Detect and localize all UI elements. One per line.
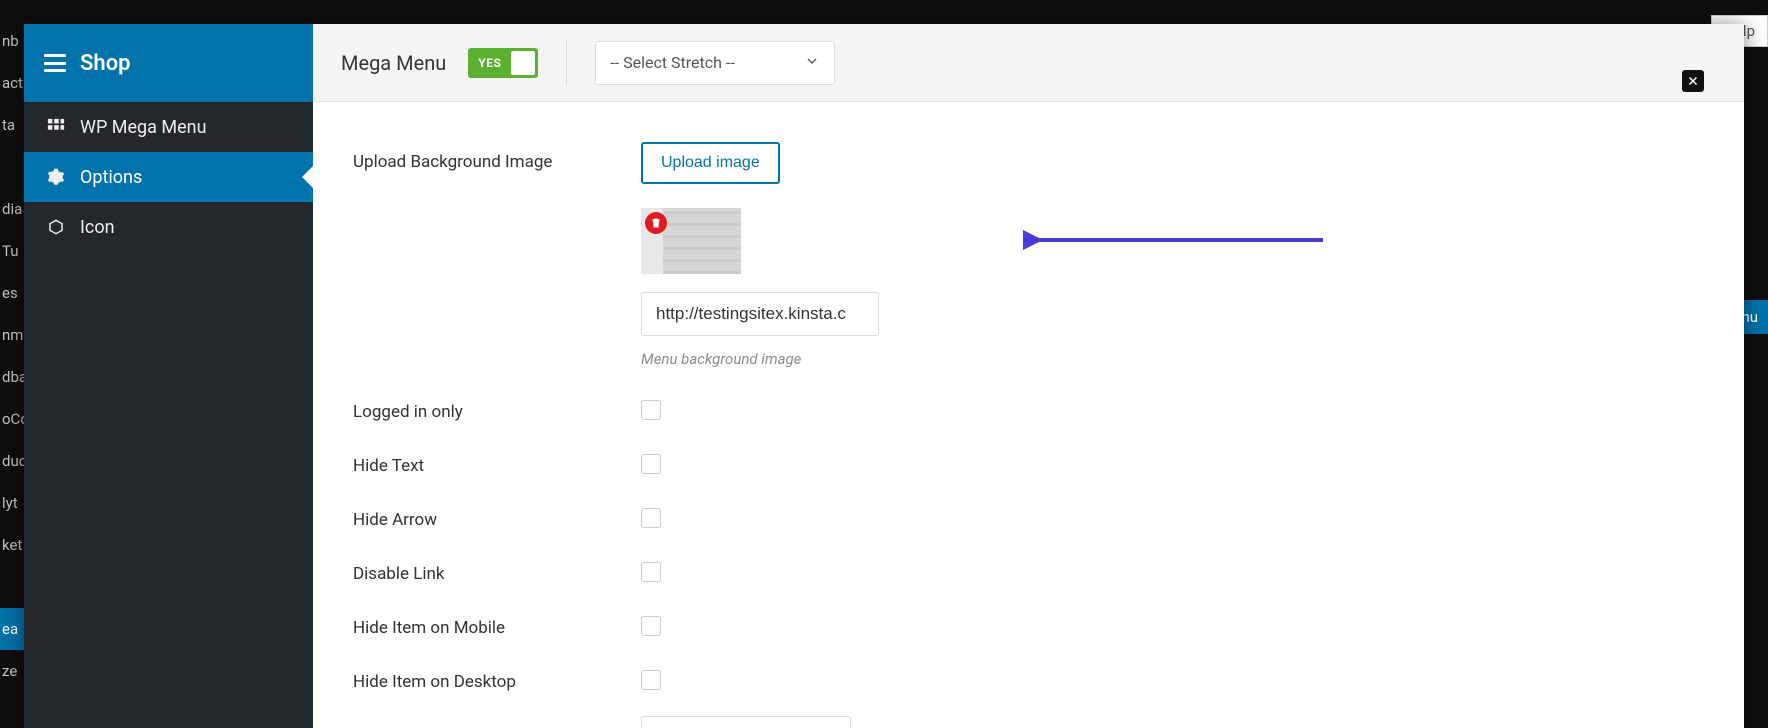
sidebar-item-options[interactable]: Options: [24, 152, 313, 202]
sidebar-item-label: Icon: [80, 217, 115, 238]
modal-title: Mega Menu: [341, 51, 446, 75]
logged-in-label: Logged in only: [353, 392, 641, 422]
alignment-select[interactable]: Left: [641, 716, 851, 728]
close-button[interactable]: [1682, 70, 1704, 92]
sidebar-item-label: Options: [80, 167, 142, 188]
hide-mobile-checkbox[interactable]: [641, 616, 661, 636]
toggle-label: YES: [468, 56, 501, 70]
stretch-select-value: -- Select Stretch --: [610, 53, 734, 72]
hide-arrow-label: Hide Arrow: [353, 500, 641, 530]
upload-image-button[interactable]: Upload image: [641, 142, 780, 184]
upload-bg-label: Upload Background Image: [353, 142, 641, 172]
mega-menu-modal: Shop WP Mega Menu Options Icon Mega Menu…: [24, 24, 1744, 728]
hide-text-label: Hide Text: [353, 446, 641, 476]
hide-arrow-checkbox[interactable]: [641, 508, 661, 528]
gear-icon: [46, 168, 66, 186]
cube-icon: [46, 218, 66, 236]
hide-mobile-label: Hide Item on Mobile: [353, 608, 641, 638]
sidebar-header: Shop: [24, 24, 313, 102]
modal-sidebar: Shop WP Mega Menu Options Icon: [24, 24, 313, 728]
stretch-select[interactable]: -- Select Stretch --: [595, 41, 835, 85]
modal-main: Mega Menu YES -- Select Stretch -- Uploa…: [313, 24, 1744, 728]
background-thumbnail[interactable]: [641, 208, 741, 274]
background-helper-text: Menu background image: [641, 350, 1704, 368]
hide-desktop-checkbox[interactable]: [641, 670, 661, 690]
chevron-down-icon: [804, 53, 820, 73]
wp-admin-fragments: nbacttadiaTuesnmdbaoCoduclytketeaze: [0, 20, 24, 692]
background-url-input[interactable]: [641, 292, 879, 336]
menu-icon: [44, 54, 66, 72]
disable-link-checkbox[interactable]: [641, 562, 661, 582]
mega-menu-toggle[interactable]: YES: [468, 48, 538, 78]
toggle-knob: [511, 51, 535, 75]
options-form-scroll[interactable]: Upload Background Image Upload image Men…: [313, 102, 1744, 728]
sidebar-item-wp-mega-menu[interactable]: WP Mega Menu: [24, 102, 313, 152]
sidebar-item-label: WP Mega Menu: [80, 117, 207, 138]
modal-topbar: Mega Menu YES -- Select Stretch --: [313, 24, 1744, 102]
disable-link-label: Disable Link: [353, 554, 641, 584]
hide-desktop-label: Hide Item on Desktop: [353, 662, 641, 692]
alignment-label: Menu Item Alignment: [353, 716, 641, 728]
logged-in-checkbox[interactable]: [641, 400, 661, 420]
grid-icon: [46, 118, 66, 136]
hide-text-checkbox[interactable]: [641, 454, 661, 474]
sidebar-item-icon[interactable]: Icon: [24, 202, 313, 252]
sidebar-title: Shop: [80, 51, 131, 76]
delete-thumbnail-button[interactable]: [645, 212, 667, 234]
divider: [566, 40, 567, 86]
